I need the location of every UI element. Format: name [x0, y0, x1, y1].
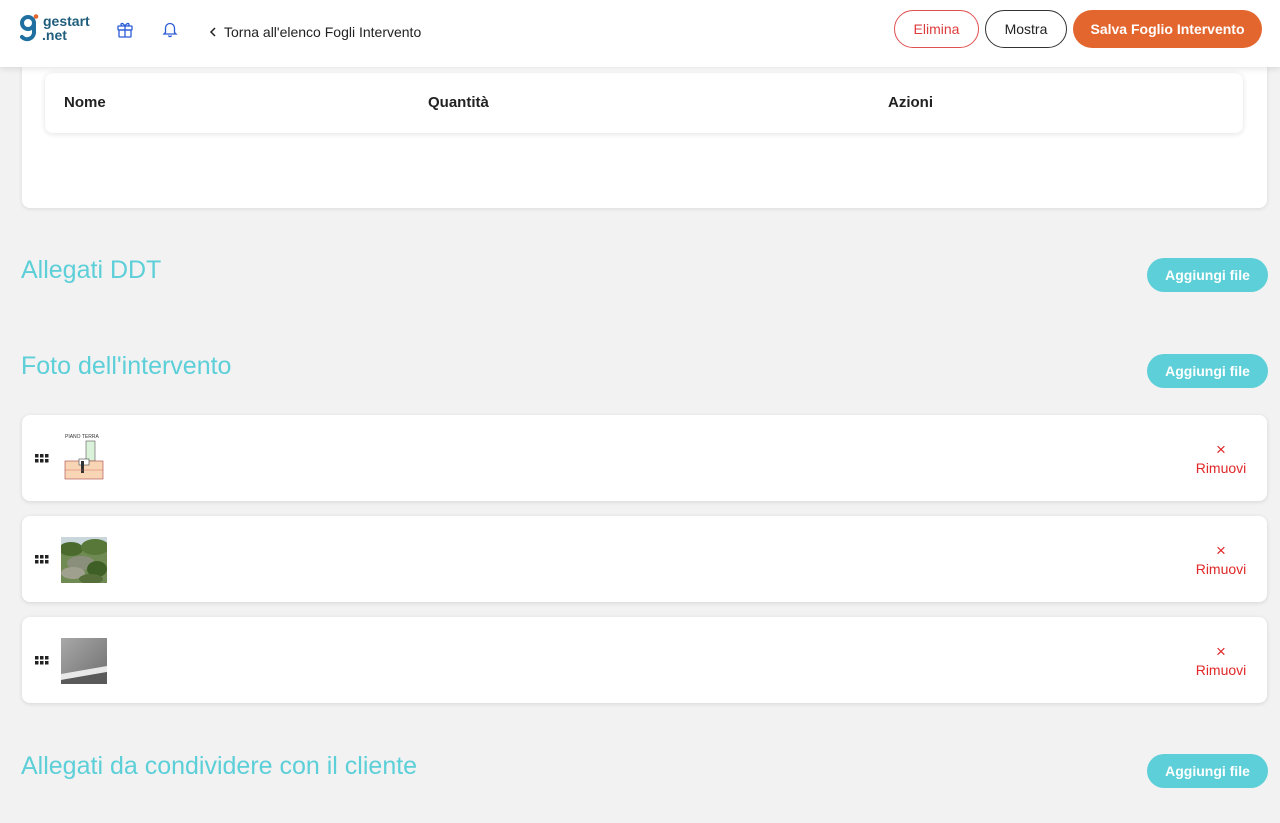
close-icon: × [1216, 642, 1226, 661]
close-icon: × [1216, 440, 1226, 459]
close-icon: × [1216, 541, 1226, 560]
materials-card: Nome Quantità Azioni [22, 60, 1267, 208]
logo-g-icon [20, 14, 39, 42]
back-link-label: Torna all'elenco Fogli Intervento [224, 24, 422, 40]
remove-label: Rimuovi [1195, 662, 1247, 678]
column-actions: Azioni [888, 94, 933, 111]
logo-line2: .net [42, 27, 67, 43]
gray-wall-photo-thumbnail[interactable] [61, 638, 107, 684]
ddt-attachments-title: Allegati DDT [21, 256, 162, 284]
remove-photo-button[interactable]: × Rimuovi [1191, 643, 1251, 683]
scrollbar[interactable] [1270, 67, 1280, 823]
bell-icon[interactable] [161, 20, 181, 40]
back-to-list-link[interactable]: Torna all'elenco Fogli Intervento [209, 22, 421, 42]
ddt-add-file-button[interactable]: Aggiungi file [1147, 258, 1268, 292]
save-intervention-button[interactable]: Salva Foglio Intervento [1073, 10, 1262, 48]
remove-photo-button[interactable]: × Rimuovi [1191, 542, 1251, 582]
shared-attachments-title: Allegati da condividere con il cliente [21, 752, 418, 780]
photos-add-file-button[interactable]: Aggiungi file [1147, 354, 1268, 388]
shared-add-file-button[interactable]: Aggiungi file [1147, 754, 1268, 788]
photos-title: Foto dell'intervento [21, 352, 232, 380]
logo-text: gestart .net [42, 14, 90, 43]
column-name: Nome [64, 94, 106, 111]
remove-label: Rimuovi [1195, 561, 1247, 577]
materials-table-header: Nome Quantità Azioni [45, 73, 1243, 133]
floor-plan-caption: PIANO TERRA [65, 434, 99, 440]
photo-row: × Rimuovi [22, 617, 1267, 703]
remove-photo-button[interactable]: × Rimuovi [1191, 441, 1251, 481]
garden-photo-thumbnail[interactable] [61, 537, 107, 583]
chevron-left-icon [209, 27, 216, 37]
delete-button[interactable]: Elimina [894, 10, 979, 48]
photo-row: × Rimuovi [22, 516, 1267, 602]
photo-row: PIANO TERRA × Rimuovi [22, 415, 1267, 501]
gift-icon[interactable] [116, 20, 136, 40]
floor-plan-thumbnail[interactable]: PIANO TERRA [61, 433, 107, 483]
drag-handle-icon[interactable] [35, 656, 49, 665]
drag-handle-icon[interactable] [35, 555, 49, 564]
show-button[interactable]: Mostra [985, 10, 1067, 48]
gestart-logo[interactable]: gestart .net [20, 14, 100, 44]
column-quantity: Quantità [428, 94, 489, 111]
remove-label: Rimuovi [1195, 460, 1247, 476]
top-header: gestart .net Torna all'elenco Fogli Inte… [0, 0, 1280, 67]
drag-handle-icon[interactable] [35, 454, 49, 463]
